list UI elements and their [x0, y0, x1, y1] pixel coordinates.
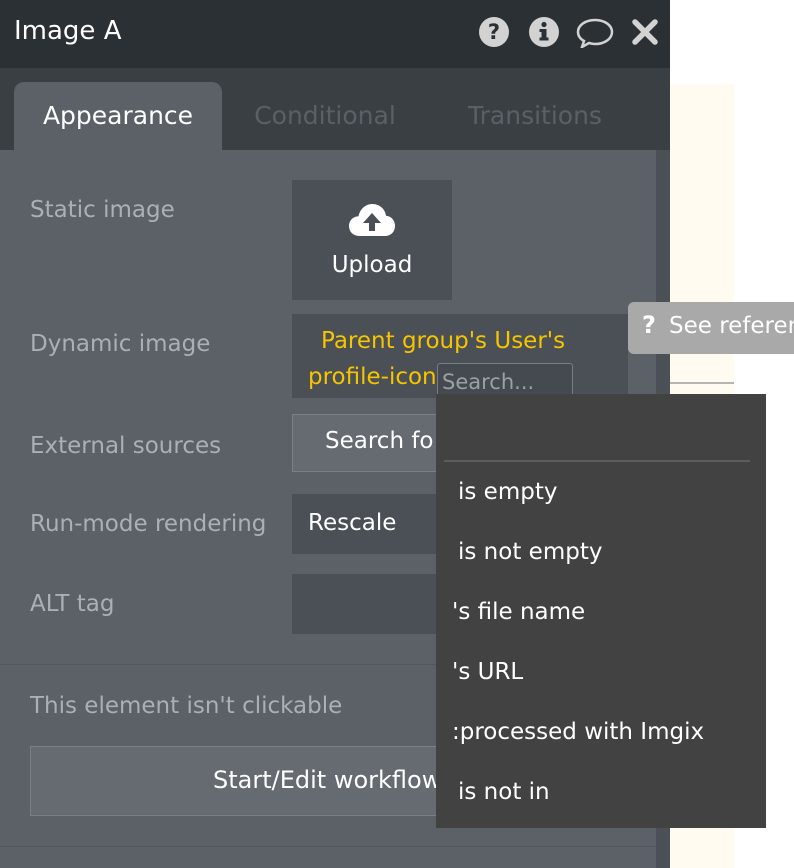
start-edit-workflow-label: Start/Edit workflow: [213, 766, 442, 794]
info-circle-icon[interactable]: [528, 16, 560, 48]
dropdown-item-is-not-in[interactable]: is not in: [436, 762, 788, 822]
static-image-label: Static image: [30, 197, 175, 223]
question-circle-icon[interactable]: ?: [478, 16, 510, 48]
close-icon[interactable]: [630, 16, 660, 48]
external-sources-label: External sources: [30, 433, 222, 459]
dropdown-item-url[interactable]: 's URL: [436, 642, 782, 702]
clickable-note: This element isn't clickable: [30, 693, 343, 719]
section-divider-bottom: [0, 846, 656, 847]
see-reference-button[interactable]: ? See referen: [628, 302, 794, 354]
alt-tag-label: ALT tag: [30, 591, 115, 617]
dynamic-image-expression-field[interactable]: Parent group's User's profile-icon: [292, 314, 628, 398]
svg-text:?: ?: [488, 20, 500, 44]
upload-button-label: Upload: [331, 252, 413, 278]
dropdown-item-is-empty[interactable]: is empty: [436, 462, 788, 522]
dropdown-item-is-not-empty[interactable]: is not empty: [436, 522, 788, 582]
expression-suggestions-dropdown: is empty is not empty 's file name 's UR…: [436, 394, 766, 828]
comment-icon[interactable]: [576, 16, 614, 48]
dropdown-item-processed-with-imgix[interactable]: :processed with Imgix: [436, 702, 782, 762]
upload-button[interactable]: Upload: [292, 180, 452, 300]
tab-conditional[interactable]: Conditional: [230, 82, 420, 150]
canvas-guide-line: [670, 382, 734, 384]
tab-bar: Appearance Conditional Transitions: [0, 68, 670, 150]
search-external-sources-label: Search fo: [325, 428, 434, 454]
title-bar: Image A ?: [0, 0, 670, 68]
expression-search-input[interactable]: [437, 363, 573, 397]
panel-title: Image A: [14, 16, 122, 46]
dropdown-item-file-name[interactable]: 's file name: [436, 582, 782, 642]
expression-text-line1[interactable]: Parent group's User's: [321, 328, 565, 354]
tab-transitions[interactable]: Transitions: [440, 82, 630, 150]
start-edit-workflow-button[interactable]: Start/Edit workflow: [30, 746, 460, 816]
tab-appearance[interactable]: Appearance: [14, 82, 222, 150]
run-mode-rendering-value: Rescale: [308, 510, 397, 536]
see-reference-label: See referen: [669, 313, 794, 339]
question-icon: ?: [642, 311, 656, 339]
expression-text-line2[interactable]: profile-icon: [308, 364, 437, 390]
dynamic-image-label: Dynamic image: [30, 331, 211, 357]
cloud-upload-icon: [349, 204, 395, 236]
run-mode-rendering-label: Run-mode rendering: [30, 511, 267, 537]
